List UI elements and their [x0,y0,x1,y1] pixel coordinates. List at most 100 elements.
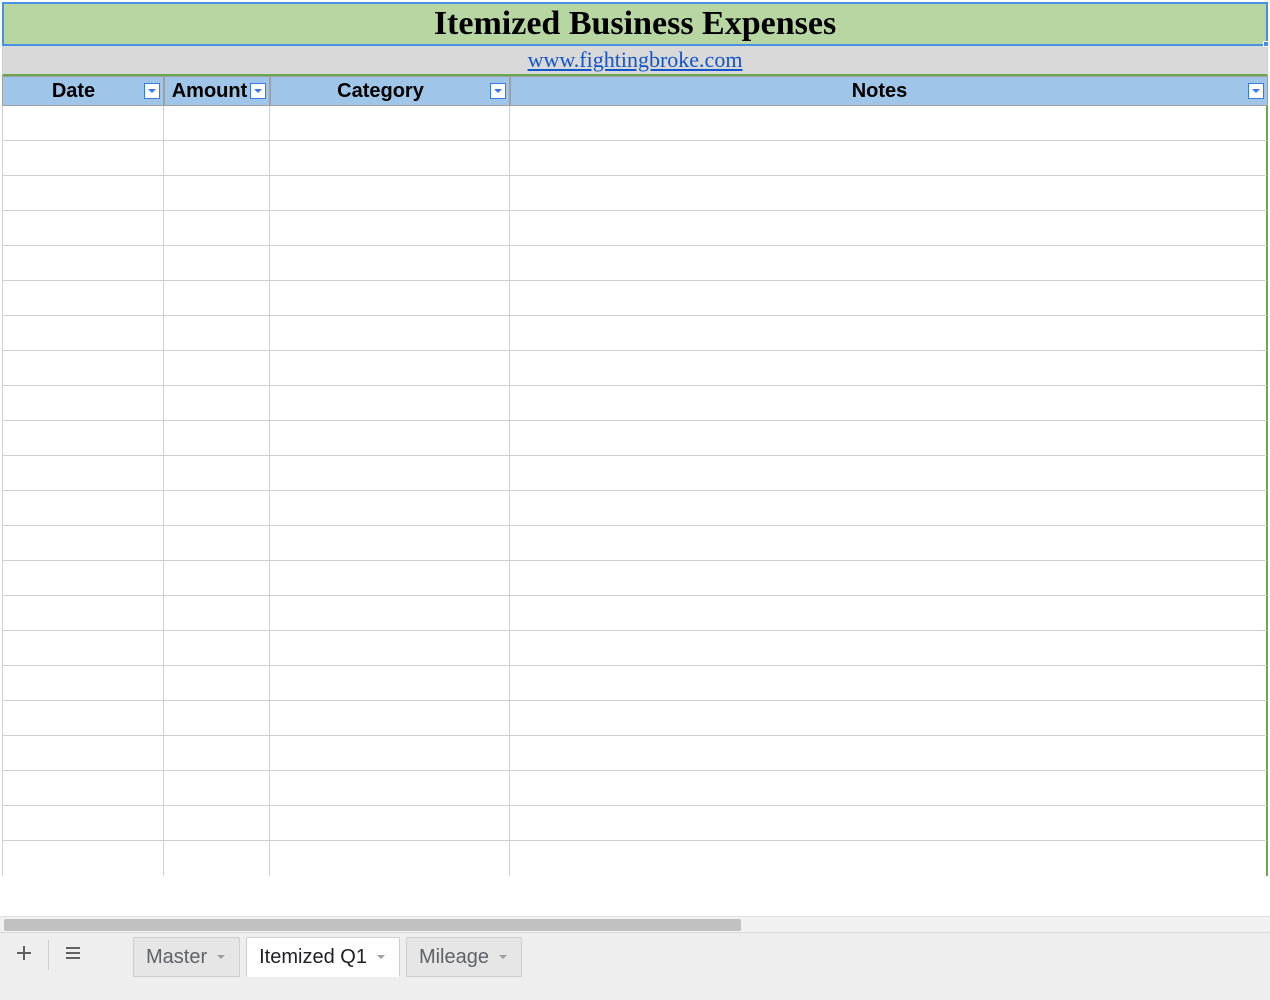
cell-amount[interactable] [164,421,270,456]
cell-notes[interactable] [510,526,1268,561]
cell-notes[interactable] [510,386,1268,421]
cell-date[interactable] [2,456,164,491]
cell-notes[interactable] [510,351,1268,386]
cell-date[interactable] [2,701,164,736]
sheet-tab-master[interactable]: Master [133,937,240,977]
cell-amount[interactable] [164,596,270,631]
cell-notes[interactable] [510,316,1268,351]
cell-date[interactable] [2,106,164,141]
cell-category[interactable] [270,351,510,386]
cell-category[interactable] [270,806,510,841]
cell-amount[interactable] [164,666,270,701]
cell-category[interactable] [270,561,510,596]
cell-category[interactable] [270,491,510,526]
cell-date[interactable] [2,526,164,561]
cell-notes[interactable] [510,106,1268,141]
cell-amount[interactable] [164,841,270,876]
cell-amount[interactable] [164,561,270,596]
cell-category[interactable] [270,141,510,176]
cell-date[interactable] [2,806,164,841]
cell-notes[interactable] [510,701,1268,736]
cell-notes[interactable] [510,666,1268,701]
cell-category[interactable] [270,771,510,806]
cell-category[interactable] [270,631,510,666]
cell-date[interactable] [2,351,164,386]
cell-date[interactable] [2,771,164,806]
cell-category[interactable] [270,701,510,736]
cell-amount[interactable] [164,176,270,211]
cell-notes[interactable] [510,841,1268,876]
cell-notes[interactable] [510,281,1268,316]
cell-notes[interactable] [510,141,1268,176]
all-sheets-button[interactable] [55,937,91,973]
cell-notes[interactable] [510,421,1268,456]
cell-notes[interactable] [510,561,1268,596]
cell-category[interactable] [270,281,510,316]
cell-date[interactable] [2,561,164,596]
cell-notes[interactable] [510,176,1268,211]
cell-amount[interactable] [164,631,270,666]
cell-notes[interactable] [510,631,1268,666]
cell-amount[interactable] [164,386,270,421]
cell-date[interactable] [2,631,164,666]
cell-amount[interactable] [164,106,270,141]
cell-category[interactable] [270,386,510,421]
horizontal-scrollbar[interactable] [0,916,1270,932]
cell-category[interactable] [270,456,510,491]
cell-notes[interactable] [510,456,1268,491]
title-cell[interactable]: Itemized Business Expenses [2,2,1268,46]
cell-amount[interactable] [164,211,270,246]
cell-amount[interactable] [164,701,270,736]
cell-date[interactable] [2,246,164,281]
cell-amount[interactable] [164,806,270,841]
sheet-tab-itemized-q1[interactable]: Itemized Q1 [246,937,400,977]
cell-notes[interactable] [510,491,1268,526]
sheet-tab-mileage[interactable]: Mileage [406,937,522,977]
filter-button-category[interactable] [490,83,506,99]
chevron-down-icon[interactable] [375,951,387,963]
column-header-amount[interactable]: Amount [164,76,270,106]
filter-button-amount[interactable] [250,83,266,99]
cell-date[interactable] [2,666,164,701]
cell-category[interactable] [270,596,510,631]
cell-category[interactable] [270,736,510,771]
cell-notes[interactable] [510,596,1268,631]
cell-date[interactable] [2,841,164,876]
cell-date[interactable] [2,596,164,631]
cell-amount[interactable] [164,141,270,176]
cell-date[interactable] [2,281,164,316]
cell-amount[interactable] [164,736,270,771]
filter-button-notes[interactable] [1248,83,1264,99]
cell-date[interactable] [2,176,164,211]
cell-date[interactable] [2,141,164,176]
cell-amount[interactable] [164,351,270,386]
chevron-down-icon[interactable] [215,951,227,963]
cell-date[interactable] [2,491,164,526]
cell-category[interactable] [270,211,510,246]
scrollbar-thumb[interactable] [4,919,741,931]
cell-amount[interactable] [164,771,270,806]
cell-date[interactable] [2,211,164,246]
cell-date[interactable] [2,736,164,771]
chevron-down-icon[interactable] [497,951,509,963]
cell-category[interactable] [270,316,510,351]
add-sheet-button[interactable] [6,937,42,973]
cell-amount[interactable] [164,316,270,351]
filter-button-date[interactable] [144,83,160,99]
cell-category[interactable] [270,421,510,456]
cell-category[interactable] [270,526,510,561]
column-header-date[interactable]: Date [2,76,164,106]
cell-category[interactable] [270,841,510,876]
column-header-category[interactable]: Category [270,76,510,106]
cell-category[interactable] [270,666,510,701]
cell-category[interactable] [270,246,510,281]
column-header-notes[interactable]: Notes [510,76,1268,106]
cell-category[interactable] [270,106,510,141]
cell-amount[interactable] [164,491,270,526]
cell-date[interactable] [2,316,164,351]
cell-date[interactable] [2,386,164,421]
cell-date[interactable] [2,421,164,456]
cell-amount[interactable] [164,456,270,491]
cell-amount[interactable] [164,526,270,561]
cell-notes[interactable] [510,806,1268,841]
